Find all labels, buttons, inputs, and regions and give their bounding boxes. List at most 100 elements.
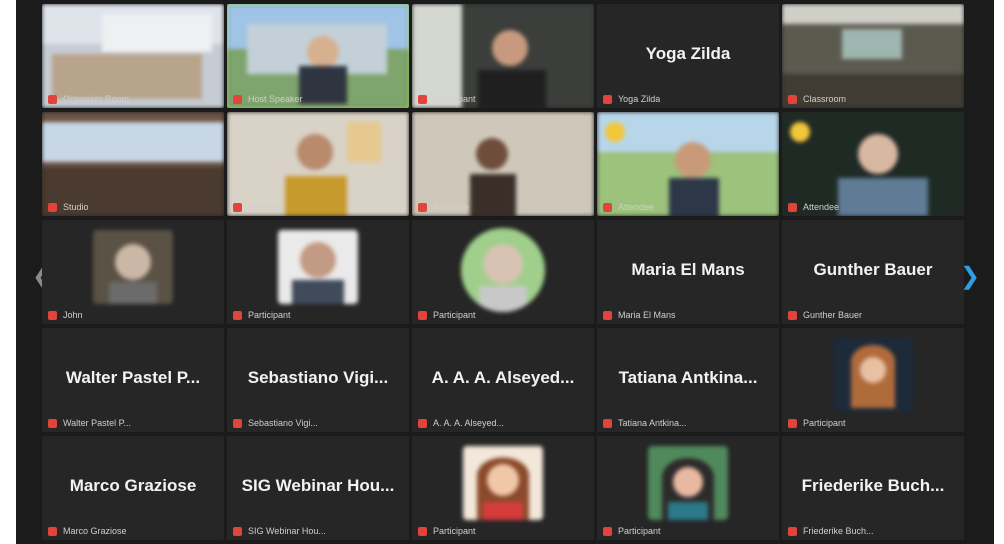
name-tag: Attendee xyxy=(788,202,839,212)
name-tag: Participant xyxy=(418,526,476,536)
name-tag: Participant xyxy=(418,94,476,104)
participant-name: Yoga Zilda xyxy=(645,44,731,63)
participant-tile[interactable]: Sebastiano Vigi... Sebastiano Vigi... xyxy=(227,328,409,432)
participant-name: Tatiana Antkina... xyxy=(618,368,758,387)
participant-tile[interactable]: Participant xyxy=(597,436,779,540)
participant-tile[interactable]: Participant xyxy=(412,220,594,324)
participant-avatar xyxy=(463,446,543,520)
participant-video xyxy=(412,4,594,108)
mic-muted-icon xyxy=(233,526,242,536)
mic-muted-icon xyxy=(48,418,57,428)
participant-name: Friederike Buch... xyxy=(801,476,945,495)
participant-tile[interactable]: Friederike Buch... Friederike Buch... xyxy=(782,436,964,540)
name-tag: Participant xyxy=(233,310,291,320)
name-tag: SIG Webinar Hou... xyxy=(233,526,326,536)
name-tag: Yoga Zilda xyxy=(603,94,660,104)
participant-video xyxy=(227,112,409,216)
participant-tile[interactable]: Marco Graziose Marco Graziose xyxy=(42,436,224,540)
mic-muted-icon xyxy=(788,94,797,104)
participant-tile[interactable]: Classroom xyxy=(782,4,964,108)
name-tag: A. A. A. Alseyed... xyxy=(418,418,504,428)
mic-muted-icon xyxy=(418,526,427,536)
participant-name: A. A. A. Alseyed... xyxy=(431,368,575,387)
name-tag: Host Speaker xyxy=(233,94,303,104)
participant-tile[interactable]: Participant xyxy=(412,436,594,540)
mic-muted-icon xyxy=(788,202,797,212)
participant-name: Marco Graziose xyxy=(69,476,197,495)
participant-tile-active-speaker[interactable]: Host Speaker xyxy=(227,4,409,108)
name-tag: Marco Graziose xyxy=(48,526,127,536)
participant-avatar xyxy=(93,230,173,304)
participant-tile[interactable]: Attendee xyxy=(782,112,964,216)
name-tag: Participant xyxy=(418,310,476,320)
participant-tile[interactable]: Maria El Mans Maria El Mans xyxy=(597,220,779,324)
mic-muted-icon xyxy=(788,418,797,428)
mic-muted-icon xyxy=(233,202,242,212)
participant-tile[interactable]: Participant xyxy=(412,4,594,108)
participant-name: Walter Pastel P... xyxy=(65,368,201,387)
participant-tile[interactable]: Organizer Room xyxy=(42,4,224,108)
participant-name: Sebastiano Vigi... xyxy=(247,368,389,387)
participant-video xyxy=(42,112,224,216)
participant-avatar xyxy=(461,228,545,312)
meeting-window: ❮ ❯ Organizer Room xyxy=(16,0,994,544)
mic-muted-icon xyxy=(48,202,57,212)
gallery-grid: Organizer Room Host Speaker Participant … xyxy=(42,4,970,544)
participant-tile[interactable]: A. A. A. Alseyed... A. A. A. Alseyed... xyxy=(412,328,594,432)
name-tag: Participant xyxy=(603,526,661,536)
participant-tile[interactable]: John xyxy=(42,220,224,324)
participant-avatar xyxy=(648,446,728,520)
participant-tile[interactable]: Attendee xyxy=(412,112,594,216)
name-tag: Classroom xyxy=(788,94,846,104)
mic-muted-icon xyxy=(48,94,57,104)
mic-muted-icon xyxy=(48,310,57,320)
mic-muted-icon xyxy=(418,310,427,320)
name-tag: Friederike Buch... xyxy=(788,526,874,536)
participant-tile[interactable]: Attendee xyxy=(597,112,779,216)
participant-tile[interactable]: Yoga Zilda Yoga Zilda xyxy=(597,4,779,108)
mic-muted-icon xyxy=(418,94,427,104)
participant-tile[interactable]: Tatiana Antkina... Tatiana Antkina... xyxy=(597,328,779,432)
name-tag: Tatiana Antkina... xyxy=(603,418,687,428)
participant-tile[interactable]: Studio xyxy=(42,112,224,216)
mic-muted-icon xyxy=(233,310,242,320)
name-tag: Studio xyxy=(48,202,89,212)
participant-video xyxy=(597,112,779,216)
name-tag: John xyxy=(48,310,83,320)
mic-muted-icon xyxy=(603,310,612,320)
name-tag: Attendee xyxy=(418,202,469,212)
mic-muted-icon xyxy=(418,202,427,212)
mic-muted-icon xyxy=(603,526,612,536)
mic-muted-icon xyxy=(603,94,612,104)
participant-tile[interactable]: Participant xyxy=(782,328,964,432)
participant-video xyxy=(782,4,964,108)
participant-video xyxy=(782,112,964,216)
participant-video xyxy=(227,4,409,108)
name-tag: Attendee xyxy=(233,202,284,212)
participant-video xyxy=(412,112,594,216)
participant-tile[interactable]: Participant xyxy=(227,220,409,324)
mic-muted-icon xyxy=(603,418,612,428)
name-tag: Maria El Mans xyxy=(603,310,676,320)
participant-tile[interactable]: Walter Pastel P... Walter Pastel P... xyxy=(42,328,224,432)
mic-muted-icon xyxy=(788,310,797,320)
name-tag: Attendee xyxy=(603,202,654,212)
mic-muted-icon xyxy=(788,526,797,536)
name-tag: Gunther Bauer xyxy=(788,310,862,320)
participant-avatar xyxy=(278,230,358,304)
name-tag: Sebastiano Vigi... xyxy=(233,418,318,428)
name-tag: Participant xyxy=(788,418,846,428)
name-tag: Organizer Room xyxy=(48,94,129,104)
participant-tile[interactable]: Attendee xyxy=(227,112,409,216)
participant-name: SIG Webinar Hou... xyxy=(241,476,395,495)
participant-avatar xyxy=(833,338,913,412)
mic-muted-icon xyxy=(233,418,242,428)
mic-muted-icon xyxy=(48,526,57,536)
participant-name: Gunther Bauer xyxy=(813,260,933,279)
participant-tile[interactable]: Gunther Bauer Gunther Bauer xyxy=(782,220,964,324)
mic-muted-icon xyxy=(603,202,612,212)
name-tag: Walter Pastel P... xyxy=(48,418,131,428)
participant-tile[interactable]: SIG Webinar Hou... SIG Webinar Hou... xyxy=(227,436,409,540)
participant-video xyxy=(42,4,224,108)
mic-muted-icon xyxy=(418,418,427,428)
